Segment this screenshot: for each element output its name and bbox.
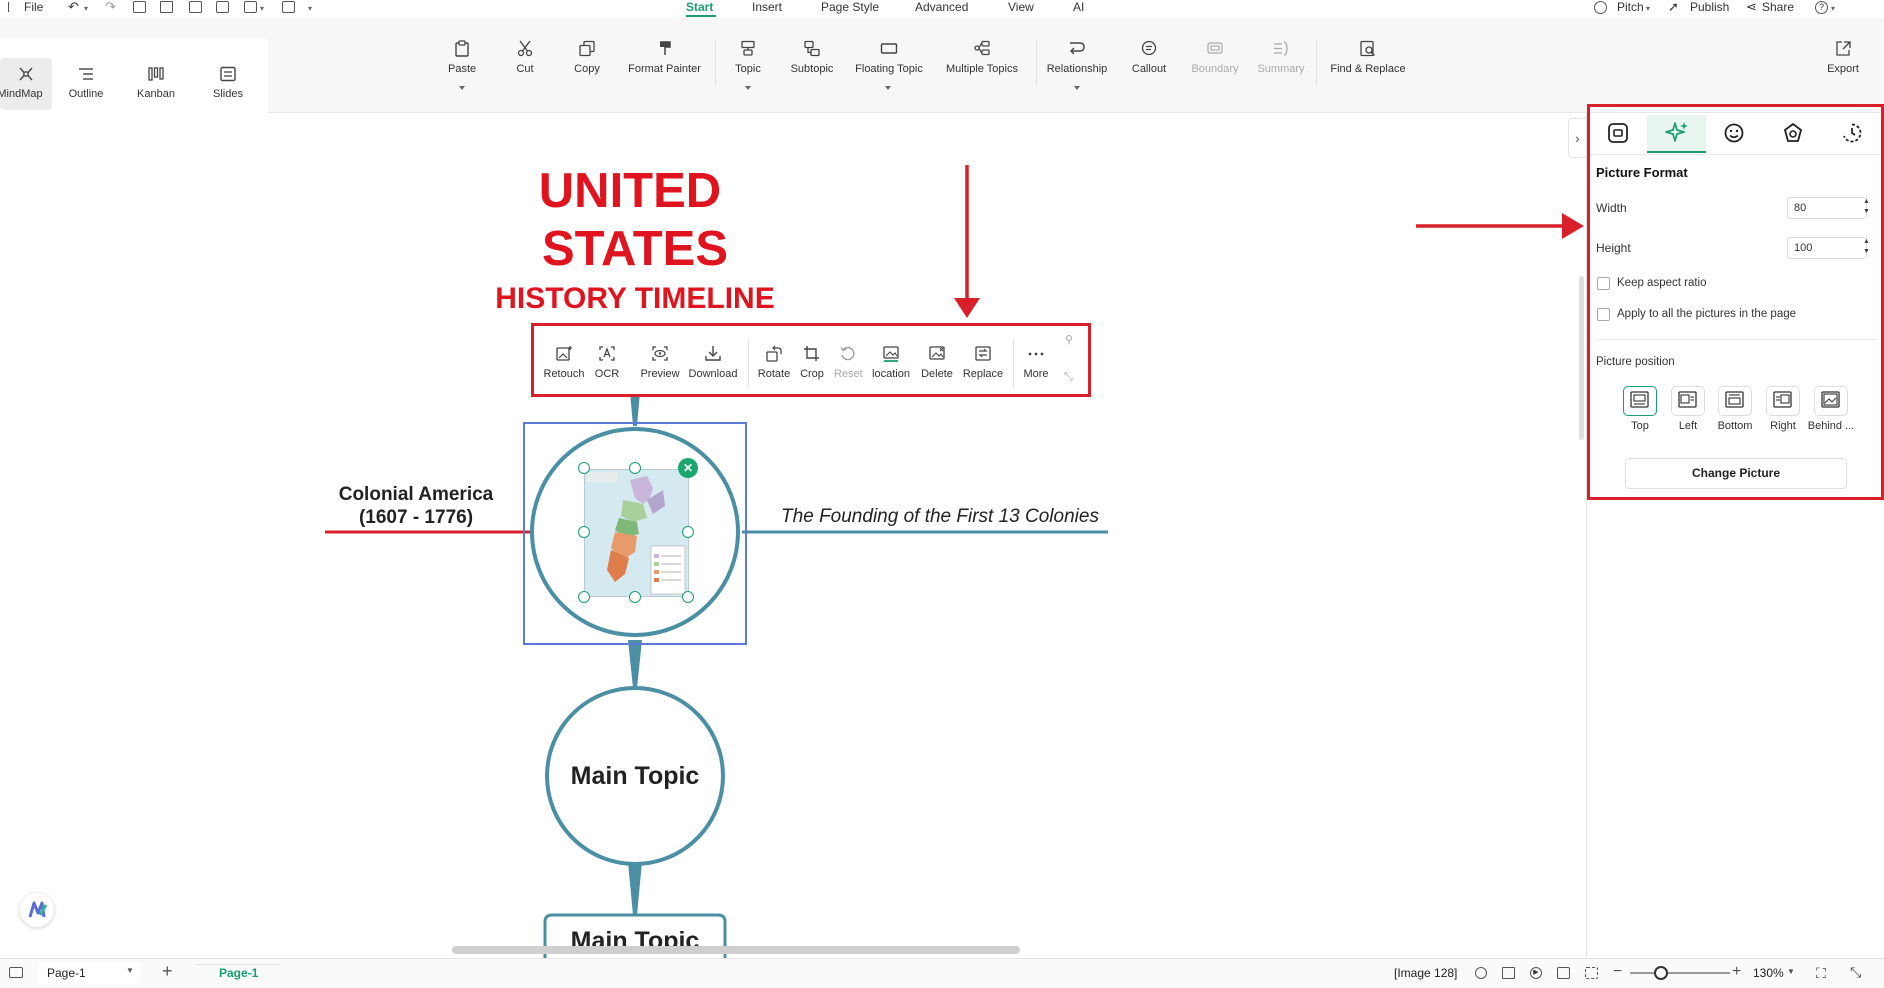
width-label: Width <box>1596 201 1627 215</box>
position-left-button[interactable] <box>1671 386 1705 416</box>
ai-assistant-icon <box>28 901 48 918</box>
zoom-slider-track[interactable] <box>1630 972 1730 974</box>
apply-all-checkbox[interactable] <box>1597 308 1610 321</box>
image-bottom-icon <box>1725 391 1744 408</box>
ai-sparkle-tab-icon[interactable] <box>1665 120 1689 144</box>
status-bar <box>0 958 1884 988</box>
fullscreen-icon[interactable]: ⛶ <box>1816 965 1826 982</box>
height-input[interactable]: 100 <box>1787 237 1867 259</box>
history-tab-icon[interactable] <box>1841 122 1863 144</box>
keep-aspect-label: Keep aspect ratio <box>1617 277 1707 289</box>
position-right-button[interactable] <box>1766 386 1800 416</box>
fit-width-icon[interactable] <box>1585 967 1598 979</box>
width-input[interactable]: 80 <box>1787 197 1867 219</box>
image-right-icon <box>1773 391 1792 408</box>
collapse-panel-chevron-icon[interactable]: › <box>1568 118 1586 158</box>
side-panel-highlight <box>1587 104 1884 500</box>
canvas-horizontal-scrollbar[interactable] <box>452 946 1020 954</box>
change-picture-button[interactable]: Change Picture <box>1625 458 1847 489</box>
height-stepper-icon[interactable]: ▲ ▼ <box>1863 237 1870 257</box>
image-behind-icon <box>1821 391 1840 408</box>
theme-tab-icon[interactable] <box>1782 122 1804 144</box>
ai-assistant-button[interactable] <box>20 893 54 927</box>
position-behind-button[interactable] <box>1814 386 1848 416</box>
zoom-slider-thumb[interactable] <box>1654 966 1668 980</box>
apply-all-label: Apply to all the pictures in the page <box>1617 308 1797 320</box>
collapse-view-icon[interactable]: ⤡ <box>1850 964 1861 981</box>
page-panel-toggle-icon[interactable] <box>9 967 23 978</box>
zoom-dropdown-icon[interactable]: ▼ <box>1787 967 1795 976</box>
zoom-out-icon[interactable]: − <box>1613 963 1622 981</box>
position-behind-label: Behind ... <box>1807 420 1855 432</box>
width-stepper-icon[interactable]: ▲ ▼ <box>1863 197 1870 217</box>
position-top-button[interactable] <box>1623 386 1657 416</box>
book-view-icon[interactable] <box>1502 967 1515 979</box>
canvas-vertical-scrollbar[interactable] <box>1579 276 1584 440</box>
height-label: Height <box>1596 241 1631 255</box>
image-left-icon <box>1678 391 1697 408</box>
panel-divider <box>1596 339 1878 340</box>
image-top-icon <box>1630 391 1649 408</box>
panel-tab-divider <box>1590 154 1880 155</box>
page-select-dropdown-icon[interactable]: ▼ <box>126 966 134 975</box>
page-tab-active[interactable]: Page-1 <box>219 966 258 980</box>
format-tab-icon[interactable] <box>1607 122 1629 144</box>
page-tab-divider <box>196 964 280 965</box>
play-slideshow-icon[interactable]: ▶ <box>1530 967 1542 979</box>
keep-aspect-checkbox[interactable] <box>1597 277 1610 290</box>
selection-info: [Image 128] <box>1394 966 1458 980</box>
page-select-value: Page-1 <box>47 966 86 980</box>
down-arrow-head <box>954 298 980 318</box>
zoom-in-icon[interactable]: + <box>1732 963 1741 981</box>
theme-toggle-icon[interactable] <box>1475 967 1487 979</box>
picture-position-title: Picture position <box>1596 356 1675 368</box>
right-arrow-head <box>1562 213 1584 239</box>
add-page-icon[interactable]: + <box>162 961 173 982</box>
sticker-tab-icon[interactable] <box>1723 122 1745 144</box>
picture-format-title: Picture Format <box>1596 165 1688 180</box>
position-bottom-button[interactable] <box>1718 386 1752 416</box>
zoom-level[interactable]: 130% <box>1753 966 1784 980</box>
fit-page-icon[interactable] <box>1557 967 1570 979</box>
